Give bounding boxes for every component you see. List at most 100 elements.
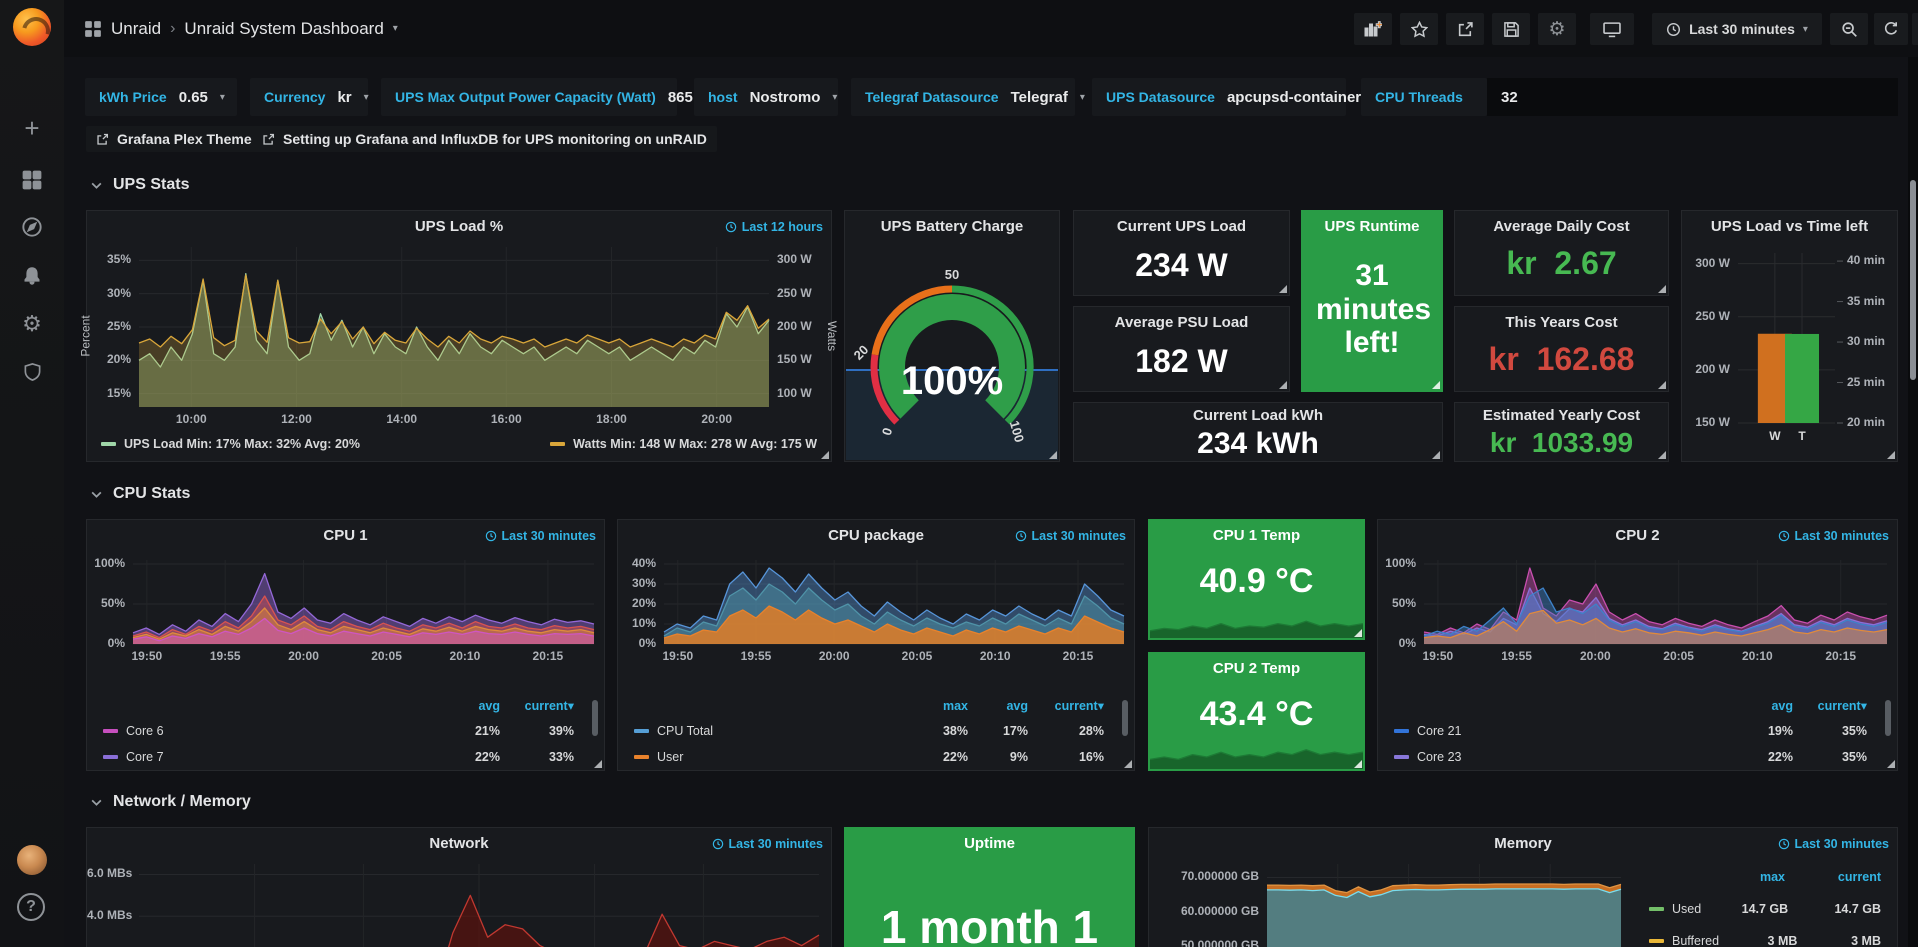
legend-header-current[interactable]: current▾ (1793, 698, 1867, 713)
resize-handle[interactable] (1279, 381, 1287, 389)
refresh-button[interactable] (1874, 13, 1908, 45)
dashboard-title[interactable]: Unraid System Dashboard (184, 19, 383, 39)
panel-title[interactable]: Uptime (845, 835, 1134, 852)
panel-title[interactable]: Average Daily Cost (1455, 218, 1668, 235)
legend-row-used[interactable]: Used 14.7 GB 14.7 GB (1649, 902, 1881, 916)
server-admin-shield-icon[interactable] (0, 354, 64, 390)
help-icon[interactable]: ? (17, 893, 45, 921)
panel-title[interactable]: CPU 1 Temp (1149, 527, 1364, 544)
legend-item-ups-load[interactable]: UPS Load Min: 17% Max: 32% Avg: 20% (101, 437, 360, 451)
share-button[interactable] (1446, 13, 1484, 45)
panel-title[interactable]: This Years Cost (1455, 314, 1668, 331)
legend-header-avg[interactable]: avg (444, 699, 500, 713)
resize-handle[interactable] (1432, 451, 1440, 459)
legend-header-current[interactable]: current (1785, 870, 1881, 884)
resize-handle[interactable] (1432, 381, 1440, 389)
legend-row-user[interactable]: User 22% 9% 16% (634, 750, 1104, 764)
legend-header-current[interactable]: current▾ (500, 698, 574, 713)
dashboards-grid-icon[interactable] (0, 162, 64, 198)
refresh-interval-picker[interactable]: 5s ▾ (1912, 13, 1918, 45)
panel-title[interactable]: UPS Runtime (1302, 218, 1442, 235)
legend-label[interactable]: Core 21 (1417, 724, 1737, 738)
resize-handle[interactable] (1658, 381, 1666, 389)
variable-kwh-price[interactable]: kWh Price 0.65 ▾ (85, 78, 237, 116)
axis-tick-label: 20:15 (1054, 649, 1102, 663)
legend-label[interactable]: Used (1672, 902, 1701, 916)
legend-row-cpu-total[interactable]: CPU Total 38% 17% 28% (634, 724, 1104, 738)
legend-row-core6[interactable]: Core 6 21% 39% (103, 724, 574, 738)
legend-scrollbar[interactable] (1122, 700, 1128, 736)
panel-title[interactable]: UPS Battery Charge (845, 218, 1059, 235)
page-scrollbar-track[interactable] (1908, 0, 1918, 947)
axis-tick-label: 35 min (1847, 294, 1885, 308)
legend-row-core21[interactable]: Core 21 19% 35% (1394, 724, 1867, 738)
link-grafana-plex-theme[interactable]: Grafana Plex Theme (86, 126, 262, 152)
legend-row-buffered[interactable]: Buffered 3 MB 3 MB (1649, 934, 1881, 947)
resize-handle[interactable] (1049, 451, 1057, 459)
configuration-gear-icon[interactable]: ⚙ (0, 306, 64, 342)
resize-handle[interactable] (594, 760, 602, 768)
settings-gear-button[interactable]: ⚙ (1538, 13, 1576, 45)
explore-compass-icon[interactable] (0, 209, 64, 245)
resize-handle[interactable] (1279, 285, 1287, 293)
zoom-out-button[interactable] (1830, 13, 1868, 45)
resize-handle[interactable] (1354, 629, 1362, 637)
legend-header-current[interactable]: current▾ (1028, 698, 1104, 713)
variable-currency[interactable]: Currency kr ▾ (250, 78, 368, 116)
cpu1-temp-sparkline (1150, 614, 1363, 638)
panel-title[interactable]: Current UPS Load (1074, 218, 1289, 235)
legend-label[interactable]: Core 7 (126, 750, 444, 764)
breadcrumb-folder[interactable]: Unraid (111, 19, 161, 39)
legend-row-core23[interactable]: Core 23 22% 35% (1394, 750, 1867, 764)
cpu-threads-input[interactable]: 32 (1487, 78, 1898, 116)
resize-handle[interactable] (1887, 760, 1895, 768)
time-range-picker[interactable]: Last 30 minutes ▾ (1652, 13, 1822, 45)
panel-current-ups-load: Current UPS Load 234 W (1073, 210, 1290, 296)
legend-item-watts[interactable]: Watts Min: 148 W Max: 278 W Avg: 175 W (550, 437, 817, 451)
section-cpu-stats[interactable]: CPU Stats (90, 485, 190, 503)
resize-handle[interactable] (1658, 451, 1666, 459)
variable-ups-max-output[interactable]: UPS Max Output Power Capacity (Watt) 865… (381, 78, 677, 116)
legend-current: 16% (1028, 750, 1104, 764)
tv-mode-button[interactable] (1590, 13, 1634, 45)
legend-header-avg[interactable]: avg (968, 699, 1028, 713)
panel-title[interactable]: Average PSU Load (1074, 314, 1289, 331)
legend-label[interactable]: Core 23 (1417, 750, 1737, 764)
legend-header-max[interactable]: max (898, 699, 968, 713)
legend-header-avg[interactable]: avg (1737, 699, 1793, 713)
user-avatar[interactable] (17, 845, 47, 875)
section-ups-stats[interactable]: UPS Stats (90, 176, 189, 194)
variable-ups-datasource[interactable]: UPS Datasource apcupsd-container ▾ (1092, 78, 1346, 116)
panel-title[interactable]: Estimated Yearly Cost (1455, 407, 1668, 424)
caret-down-icon[interactable]: ▾ (393, 23, 398, 34)
star-button[interactable] (1400, 13, 1438, 45)
legend-header-max[interactable]: max (1695, 870, 1785, 884)
resize-handle[interactable] (1124, 760, 1132, 768)
variable-telegraf-datasource[interactable]: Telegraf Datasource Telegraf ▾ (851, 78, 1075, 116)
legend-scrollbar[interactable] (1885, 700, 1891, 736)
legend-avg: 19% (1737, 724, 1793, 738)
variable-host[interactable]: host Nostromo ▾ (694, 78, 838, 116)
legend-row-core7[interactable]: Core 7 22% 33% (103, 750, 574, 764)
grafana-logo-icon[interactable] (13, 8, 51, 46)
panel-title[interactable]: CPU 2 Temp (1149, 660, 1364, 677)
resize-handle[interactable] (1354, 760, 1362, 768)
resize-handle[interactable] (1658, 285, 1666, 293)
panel-cpu1: CPU 1 Last 30 minutes 100%50%0%19:5019:5… (86, 519, 605, 771)
create-plus-icon[interactable]: + (0, 110, 64, 146)
page-scrollbar-thumb[interactable] (1910, 180, 1916, 380)
save-button[interactable] (1492, 13, 1530, 45)
add-panel-button[interactable] (1354, 13, 1392, 45)
section-network-memory[interactable]: Network / Memory (90, 793, 251, 811)
legend-scrollbar[interactable] (592, 700, 598, 736)
panel-title[interactable]: Current Load kWh (1074, 407, 1442, 424)
alerting-bell-icon[interactable] (0, 258, 64, 294)
panel-ups-battery-charge: UPS Battery Charge 02050100 100% (844, 210, 1060, 462)
resize-handle[interactable] (821, 451, 829, 459)
legend-label[interactable]: User (657, 750, 898, 764)
resize-handle[interactable] (1887, 451, 1895, 459)
legend-label[interactable]: Core 6 (126, 724, 444, 738)
legend-label[interactable]: Buffered (1672, 934, 1719, 947)
legend-label[interactable]: CPU Total (657, 724, 898, 738)
link-ups-monitoring-guide[interactable]: Setting up Grafana and InfluxDB for UPS … (252, 126, 717, 152)
